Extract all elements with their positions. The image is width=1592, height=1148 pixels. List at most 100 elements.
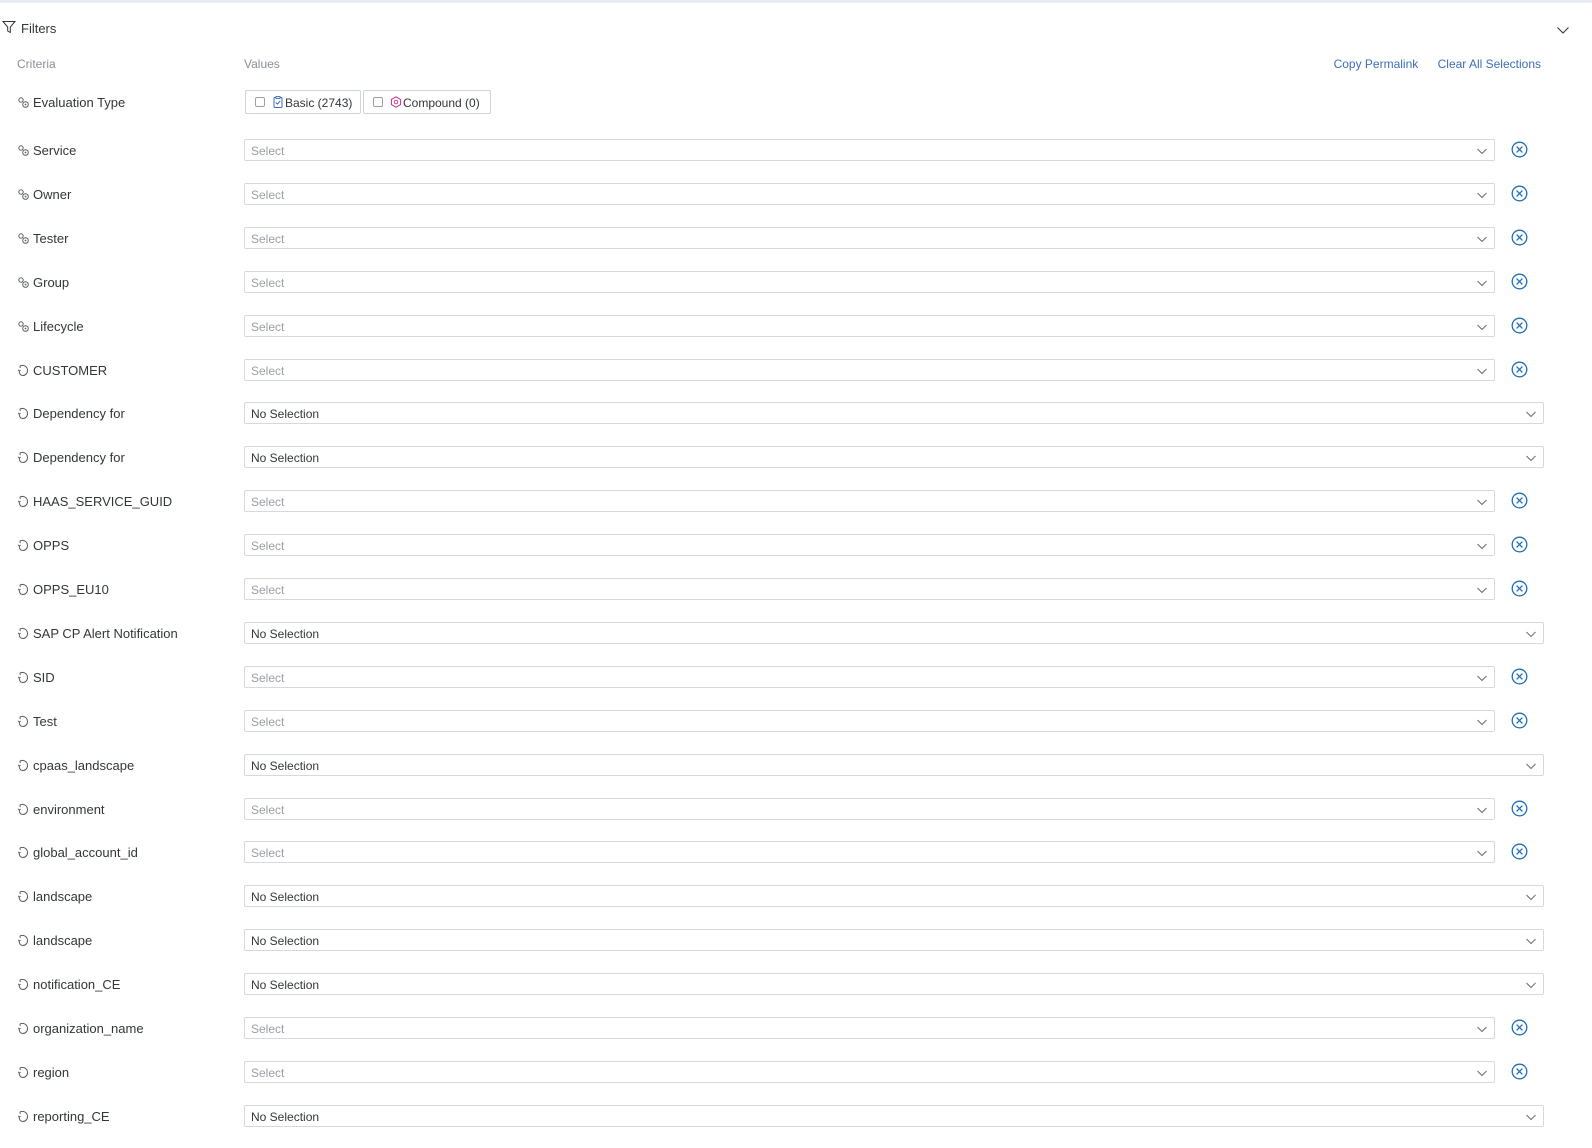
- clear-selection-icon[interactable]: [1511, 800, 1528, 817]
- tag-icon: [17, 715, 29, 728]
- chevron-down-icon[interactable]: [1477, 278, 1487, 288]
- select-value: Select: [251, 846, 285, 860]
- clear-selection-icon[interactable]: [1511, 361, 1528, 378]
- chevron-down-icon[interactable]: [1477, 1068, 1487, 1078]
- criteria-label-text: notification_CE: [33, 977, 121, 992]
- value-select[interactable]: Select: [244, 271, 1495, 293]
- filters-header[interactable]: Filters: [0, 17, 1592, 41]
- chevron-down-icon[interactable]: [1526, 761, 1536, 771]
- criteria-label: landscape: [17, 933, 92, 948]
- value-select[interactable]: Select: [244, 315, 1495, 337]
- chevron-down-icon[interactable]: [1526, 980, 1536, 990]
- chevron-down-icon[interactable]: [1477, 146, 1487, 156]
- chevron-down-icon[interactable]: [1477, 717, 1487, 727]
- chevron-down-icon[interactable]: [1477, 805, 1487, 815]
- tag-icon: [17, 364, 29, 377]
- clear-selection-icon[interactable]: [1511, 580, 1528, 597]
- clear-selection-icon[interactable]: [1511, 317, 1528, 334]
- chevron-down-icon[interactable]: [1477, 366, 1487, 376]
- chevron-down-icon[interactable]: [1477, 1024, 1487, 1034]
- value-select[interactable]: No Selection: [244, 973, 1544, 995]
- criteria-label: Group: [17, 275, 69, 290]
- chevron-down-icon[interactable]: [1477, 848, 1487, 858]
- chevron-down-icon[interactable]: [1477, 190, 1487, 200]
- chevron-down-icon[interactable]: [1477, 234, 1487, 244]
- value-select[interactable]: No Selection: [244, 1105, 1544, 1127]
- filter-actions: Copy Permalink Clear All Selections: [1318, 57, 1541, 71]
- tag-icon: [17, 671, 29, 684]
- value-select[interactable]: Select: [244, 1017, 1495, 1039]
- basic-checkbox[interactable]: Basic (2743): [245, 90, 361, 114]
- criteria-label: Tester: [17, 231, 68, 246]
- clear-selection-icon[interactable]: [1511, 1019, 1528, 1036]
- criteria-label: Evaluation Type: [17, 95, 125, 110]
- chevron-down-icon[interactable]: [1526, 629, 1536, 639]
- filter-row: landscape No Selection: [0, 885, 1592, 911]
- clear-selection-icon[interactable]: [1511, 843, 1528, 860]
- clear-all-selections-link[interactable]: Clear All Selections: [1438, 57, 1541, 71]
- compound-checkbox[interactable]: Compound (0): [363, 90, 491, 114]
- value-select[interactable]: No Selection: [244, 754, 1544, 776]
- value-select[interactable]: Select: [244, 359, 1495, 381]
- gear-cluster-icon: [18, 189, 29, 200]
- value-select[interactable]: No Selection: [244, 402, 1544, 424]
- value-select[interactable]: No Selection: [244, 446, 1544, 468]
- filter-row: global_account_id Select: [0, 841, 1592, 867]
- value-select[interactable]: Select: [244, 798, 1495, 820]
- value-select[interactable]: Select: [244, 534, 1495, 556]
- clear-selection-icon[interactable]: [1511, 141, 1528, 158]
- value-select[interactable]: Select: [244, 227, 1495, 249]
- chevron-down-icon[interactable]: [1477, 585, 1487, 595]
- criteria-label: landscape: [17, 889, 92, 904]
- clear-selection-icon[interactable]: [1511, 229, 1528, 246]
- select-value: Select: [251, 232, 285, 246]
- value-select[interactable]: Select: [244, 841, 1495, 863]
- clear-selection-icon[interactable]: [1511, 273, 1528, 290]
- clear-selection-icon[interactable]: [1511, 536, 1528, 553]
- criteria-label-text: Test: [33, 714, 57, 729]
- select-value: Select: [251, 1022, 285, 1036]
- chevron-down-icon[interactable]: [1477, 322, 1487, 332]
- chevron-down-icon[interactable]: [1526, 409, 1536, 419]
- copy-permalink-link[interactable]: Copy Permalink: [1334, 57, 1419, 71]
- filter-row: OPPS Select: [0, 534, 1592, 560]
- basic-label: Basic (2743): [285, 96, 353, 110]
- value-select[interactable]: Select: [244, 710, 1495, 732]
- criteria-label: global_account_id: [17, 845, 138, 860]
- filter-row: Dependency for No Selection: [0, 446, 1592, 472]
- value-select[interactable]: No Selection: [244, 929, 1544, 951]
- criteria-label-text: HAAS_SERVICE_GUID: [33, 494, 173, 509]
- value-select[interactable]: Select: [244, 183, 1495, 205]
- chevron-down-icon[interactable]: [1477, 673, 1487, 683]
- criteria-label: OPPS_EU10: [17, 582, 109, 597]
- clear-selection-icon[interactable]: [1511, 712, 1528, 729]
- value-select[interactable]: No Selection: [244, 885, 1544, 907]
- clear-selection-icon[interactable]: [1511, 492, 1528, 509]
- chevron-down-icon[interactable]: [1526, 1112, 1536, 1122]
- chevron-down-icon[interactable]: [1556, 23, 1570, 37]
- criteria-label: HAAS_SERVICE_GUID: [17, 494, 172, 509]
- checkbox-box[interactable]: [255, 97, 265, 107]
- chevron-down-icon[interactable]: [1526, 453, 1536, 463]
- clear-selection-icon[interactable]: [1511, 185, 1528, 202]
- value-select[interactable]: Select: [244, 666, 1495, 688]
- value-select[interactable]: Select: [244, 490, 1495, 512]
- select-value: Select: [251, 495, 285, 509]
- clear-selection-icon[interactable]: [1511, 1063, 1528, 1080]
- criteria-label: Test: [17, 714, 57, 729]
- criteria-label-text: region: [33, 1065, 70, 1080]
- gear-cluster-icon: [18, 97, 29, 108]
- select-value: No Selection: [251, 407, 320, 421]
- chevron-down-icon[interactable]: [1526, 892, 1536, 902]
- value-select[interactable]: Select: [244, 139, 1495, 161]
- chevron-down-icon[interactable]: [1477, 497, 1487, 507]
- top-divider: [0, 0, 1592, 3]
- select-value: No Selection: [251, 627, 320, 641]
- clear-selection-icon[interactable]: [1511, 668, 1528, 685]
- checkbox-box[interactable]: [373, 97, 383, 107]
- value-select[interactable]: Select: [244, 1061, 1495, 1083]
- chevron-down-icon[interactable]: [1526, 936, 1536, 946]
- value-select[interactable]: No Selection: [244, 622, 1544, 644]
- chevron-down-icon[interactable]: [1477, 541, 1487, 551]
- value-select[interactable]: Select: [244, 578, 1495, 600]
